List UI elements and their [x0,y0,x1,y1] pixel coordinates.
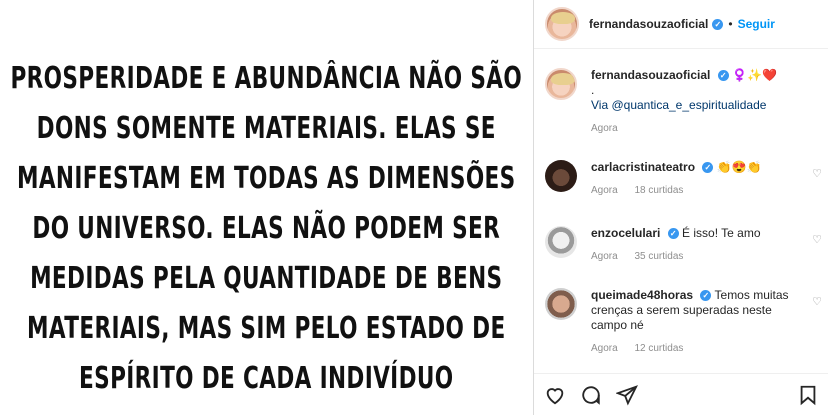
caption-username[interactable]: fernandasouzaoficial [591,68,710,82]
comment-like-heart-icon[interactable]: ♡ [811,234,823,246]
verified-badge-icon: ✓ [717,70,729,82]
caption-body: fernandasouzaoficial ✓ ♀️✨❤️ . Via @quan… [591,68,801,136]
comment-time: Agora [591,251,618,262]
comment-icon[interactable] [580,384,602,406]
post-header: fernandasouzaoficial ✓ • Seguir [534,0,828,49]
quote-line: MEDIDAS PELA QUANTIDADE DE BENS [30,260,503,296]
comment-likes[interactable]: 35 curtidas [634,251,683,262]
comment-likes[interactable]: 12 curtidas [634,343,683,354]
post-quote-text: PROSPERIDADE E ABUNDÂNCIA NÃO SÃO DONS S… [11,54,523,404]
verified-badge-icon: ✓ [667,228,679,240]
post-image[interactable]: PROSPERIDADE E ABUNDÂNCIA NÃO SÃO DONS S… [0,0,533,415]
commenter-avatar[interactable] [545,226,577,258]
comment-like-heart-icon[interactable]: ♡ [811,296,823,308]
comment-body: carlacristinateatro ✓ 👏😍👏 Agora 18 curti… [591,160,801,198]
commenter-avatar[interactable] [545,288,577,320]
quote-line: ESPÍRITO DE CADA INDIVÍDUO [79,360,454,396]
bookmark-icon[interactable] [797,384,819,406]
post-actions-bar [534,373,828,415]
follow-button[interactable]: Seguir [738,17,775,31]
comment-like-heart-icon[interactable]: ♡ [811,168,823,180]
quote-line: MATERIAIS, MAS SIM PELO ESTADO DE [27,310,506,346]
verified-badge-icon: ✓ [712,18,724,30]
heart-icon[interactable] [544,384,566,406]
quote-line: PROSPERIDADE E ABUNDÂNCIA NÃO SÃO [10,60,523,96]
comment-meta: Agora 35 curtidas [591,249,801,264]
author-username[interactable]: fernandasouzaoficial [589,17,708,31]
caption-time: Agora [591,123,618,134]
header-separator: • [728,17,733,31]
comment-time: Agora [591,185,618,196]
verified-badge-icon: ✓ [702,162,714,174]
verified-badge-icon: ✓ [700,290,712,302]
caption-mention[interactable]: Via @quantica_e_espiritualidade [591,98,801,113]
comment-text: É isso! Te amo [682,226,761,240]
comment-username[interactable]: enzocelulari [591,226,660,240]
comment-body: enzocelulari ✓ É isso! Te amo Agora 35 c… [591,226,801,264]
comment-body: queimade48horas ✓ Temos muitas crenças a… [591,288,801,356]
commenter-avatar[interactable] [545,160,577,192]
quote-line: DO UNIVERSO. ELAS NÃO PODEM SER [32,210,501,246]
quote-line: DONS SOMENTE MATERIAIS. ELAS SE [36,110,497,146]
comment-username[interactable]: queimade48horas [591,288,693,302]
comment-meta: Agora 18 curtidas [591,183,801,198]
comment-username[interactable]: carlacristinateatro [591,160,695,174]
quote-line: MANIFESTAM EM TODAS AS DIMENSÕES [17,160,516,196]
caption-line: . [591,83,595,97]
comment-likes[interactable]: 18 curtidas [634,185,683,196]
author-avatar[interactable] [545,68,577,100]
comment-meta: Agora 12 curtidas [591,341,801,356]
caption-meta: Agora [591,121,801,136]
comments-list[interactable]: fernandasouzaoficial ✓ ♀️✨❤️ . Via @quan… [534,50,828,372]
post-side-panel: fernandasouzaoficial ✓ • Seguir fernanda… [533,0,828,415]
author-avatar[interactable] [545,7,579,41]
paper-plane-icon[interactable] [616,384,638,406]
comment-time: Agora [591,343,618,354]
caption-emoji: ♀️✨❤️ [732,68,777,82]
comment-text: 👏😍👏 [716,160,762,174]
